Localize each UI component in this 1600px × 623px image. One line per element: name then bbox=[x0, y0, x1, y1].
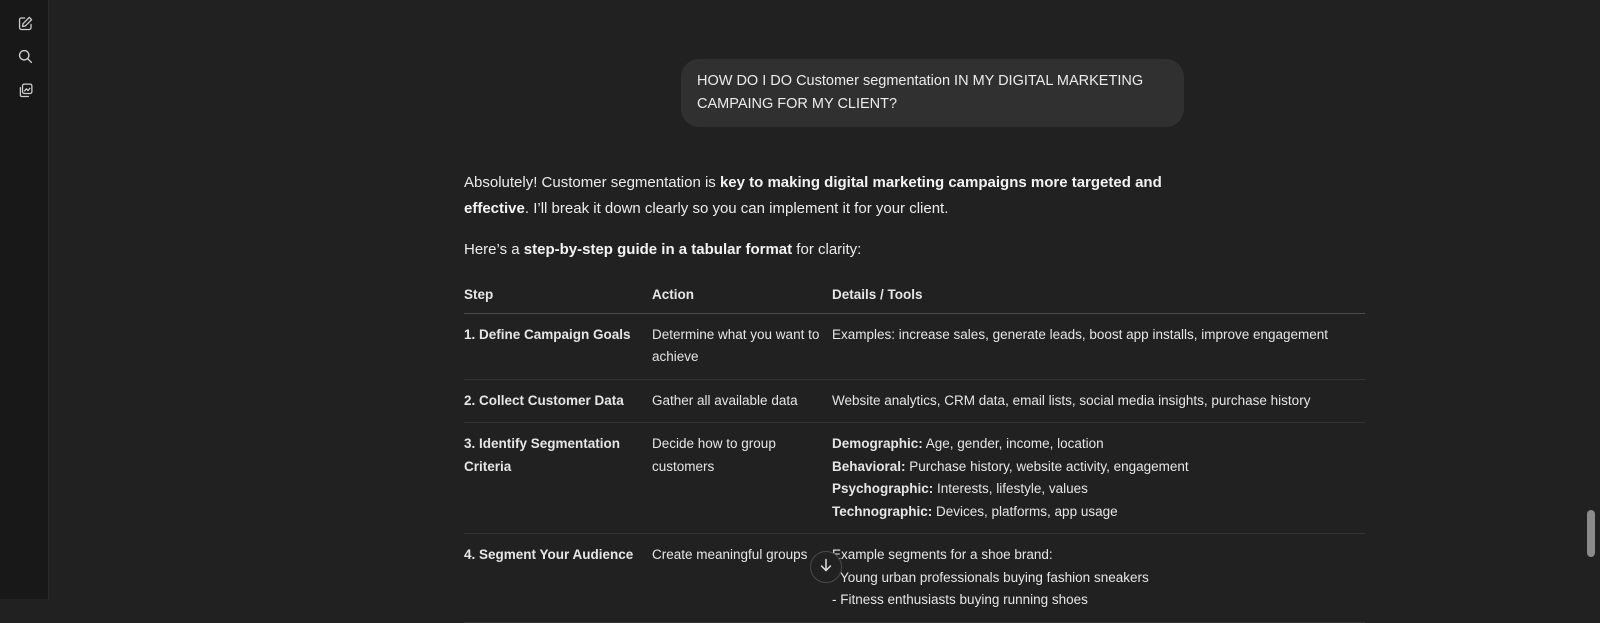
table-row: 4. Segment Your Audience Create meaningf… bbox=[464, 534, 1365, 623]
details-cell: Example segments for a shoe brand: - You… bbox=[832, 534, 1365, 623]
guide-text: Here’s a bbox=[464, 241, 524, 258]
library-icon bbox=[17, 82, 34, 104]
library-button[interactable] bbox=[12, 80, 38, 106]
detail-label: Behavioral: bbox=[832, 459, 906, 474]
assistant-message: Absolutely! Customer segmentation is key… bbox=[464, 170, 1364, 263]
detail-text: Age, gender, income, location bbox=[923, 436, 1104, 451]
detail-label: Technographic: bbox=[832, 504, 932, 519]
intro-text-end: . I’ll break it down clearly so you can … bbox=[525, 200, 949, 217]
action-cell: Decide how to group customers bbox=[652, 423, 832, 534]
arrow-down-icon bbox=[818, 557, 834, 578]
step-cell: 4. Segment Your Audience bbox=[464, 534, 652, 623]
detail-line: Behavioral: Purchase history, website ac… bbox=[832, 456, 1365, 479]
detail-line: - Fitness enthusiasts buying running sho… bbox=[832, 589, 1365, 612]
step-cell: 3. Identify Segmentation Criteria bbox=[464, 423, 652, 534]
detail-text: Devices, platforms, app usage bbox=[932, 504, 1117, 519]
detail-line: Example segments for a shoe brand: bbox=[832, 544, 1365, 567]
answer-intro: Absolutely! Customer segmentation is key… bbox=[464, 170, 1164, 222]
detail-text: Purchase history, website activity, enga… bbox=[906, 459, 1189, 474]
table-row: 2. Collect Customer Data Gather all avai… bbox=[464, 379, 1365, 423]
table-row: 3. Identify Segmentation Criteria Decide… bbox=[464, 423, 1365, 534]
detail-label: Psychographic: bbox=[832, 481, 933, 496]
detail-line: Technographic: Devices, platforms, app u… bbox=[832, 501, 1365, 524]
intro-text: Absolutely! Customer segmentation is bbox=[464, 174, 720, 191]
column-header-action: Action bbox=[652, 280, 832, 313]
user-message-line: CAMPAING FOR MY CLIENT? bbox=[697, 93, 1168, 116]
sidebar bbox=[0, 0, 49, 599]
action-cell: Gather all available data bbox=[652, 379, 832, 423]
new-chat-icon bbox=[17, 15, 34, 37]
detail-label: Demographic: bbox=[832, 436, 923, 451]
guide-text-end: for clarity: bbox=[792, 241, 861, 258]
details-cell: Examples: increase sales, generate leads… bbox=[832, 313, 1365, 379]
scrollbar-thumb[interactable] bbox=[1587, 510, 1595, 557]
new-chat-button[interactable] bbox=[12, 13, 38, 39]
search-icon bbox=[17, 48, 34, 70]
table-header-row: Step Action Details / Tools bbox=[464, 280, 1365, 313]
detail-line: Demographic: Age, gender, income, locati… bbox=[832, 433, 1365, 456]
scroll-to-bottom-button[interactable] bbox=[810, 551, 842, 583]
table-row: 1. Define Campaign Goals Determine what … bbox=[464, 313, 1365, 379]
details-cell: Demographic: Age, gender, income, locati… bbox=[832, 423, 1365, 534]
detail-line: Psychographic: Interests, lifestyle, val… bbox=[832, 478, 1365, 501]
step-cell: 1. Define Campaign Goals bbox=[464, 313, 652, 379]
detail-text: Interests, lifestyle, values bbox=[933, 481, 1088, 496]
column-header-step: Step bbox=[464, 280, 652, 313]
segmentation-table: Step Action Details / Tools 1. Define Ca… bbox=[464, 280, 1365, 623]
detail-line: - Young urban professionals buying fashi… bbox=[832, 567, 1365, 590]
action-cell: Determine what you want to achieve bbox=[652, 313, 832, 379]
answer-guide-line: Here’s a step-by-step guide in a tabular… bbox=[464, 237, 1364, 263]
search-button[interactable] bbox=[12, 46, 38, 72]
step-cell: 2. Collect Customer Data bbox=[464, 379, 652, 423]
user-message-line: HOW DO I DO Customer segmentation IN MY … bbox=[697, 70, 1168, 93]
guide-bold-text: step-by-step guide in a tabular format bbox=[524, 241, 792, 258]
user-message-bubble: HOW DO I DO Customer segmentation IN MY … bbox=[681, 59, 1184, 127]
column-header-details: Details / Tools bbox=[832, 280, 1365, 313]
action-cell: Create meaningful groups bbox=[652, 534, 832, 623]
details-cell: Website analytics, CRM data, email lists… bbox=[832, 379, 1365, 423]
